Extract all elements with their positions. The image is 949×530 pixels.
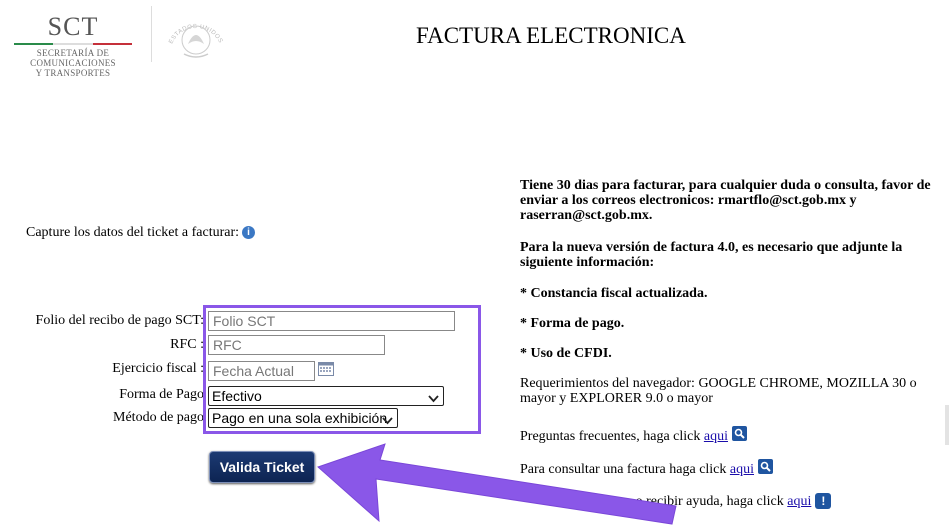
requirement-item: * Forma de pago. [520,316,625,331]
search-icon[interactable] [731,426,747,441]
faq-link[interactable]: aqui [704,429,728,444]
consult-line: Para consultar una factura haga click aq… [520,459,940,477]
info-paragraph-cfdi: Para la nueva versión de factura 4.0, es… [520,240,903,270]
national-seal-icon: ESTADOS UNIDOS MEXICANOS [161,0,228,69]
header-divider [151,6,152,62]
info-icon[interactable]: i [242,226,256,239]
logo-subtitle-2: COMUNICACIONES [30,58,116,68]
help-text: los facturas o recibir ayuda, haga click [568,494,784,509]
search-icon[interactable] [758,459,774,474]
consult-text: Para consultar una factura haga click [520,462,727,477]
ejercicio-label: Ejercicio fiscal : [112,361,204,376]
consult-link[interactable]: aqui [730,462,754,477]
faq-line: Preguntas frecuentes, haga click aqui [520,426,940,444]
browser-requirements: Requerimientos del navegador: GOOGLE CHR… [520,376,917,406]
valida-ticket-button[interactable]: Valida Ticket [209,451,315,483]
help-line: los facturas o recibir ayuda, haga click… [568,493,940,509]
forma-pago-label: Forma de Pago [119,387,204,402]
scrollbar-edge[interactable] [945,405,949,445]
page-title: FACTURA ELECTRONICA [416,23,686,48]
logo-text: SCT [47,12,99,41]
exclamation-icon[interactable]: ! [815,493,832,509]
logo-subtitle-1: SECRETARÍA DE [36,48,110,58]
form-highlight-box [203,305,481,434]
sct-logo: SCT SECRETARÍA DE COMUNICACIONES Y TRANS… [14,14,132,78]
capture-prompt: Capture los datos del ticket a facturar:… [26,225,256,241]
metodo-pago-label: Método de pago [113,410,204,425]
logo-subtitle-3: Y TRANSPORTES [35,68,111,78]
requirement-item: * Uso de CFDI. [520,346,612,361]
help-link[interactable]: aqui [787,494,811,509]
info-paragraph-deadline: Tiene 30 dias para facturar, para cualqu… [520,178,931,223]
rfc-label: RFC : [170,337,204,352]
folio-label: Folio del recibo de pago SCT: [35,313,204,328]
capture-prompt-text: Capture los datos del ticket a facturar: [26,225,240,240]
faq-text: Preguntas frecuentes, haga click [520,429,701,444]
requirement-item: * Constancia fiscal actualizada. [520,286,708,301]
logo-flag-stripe [14,43,132,45]
